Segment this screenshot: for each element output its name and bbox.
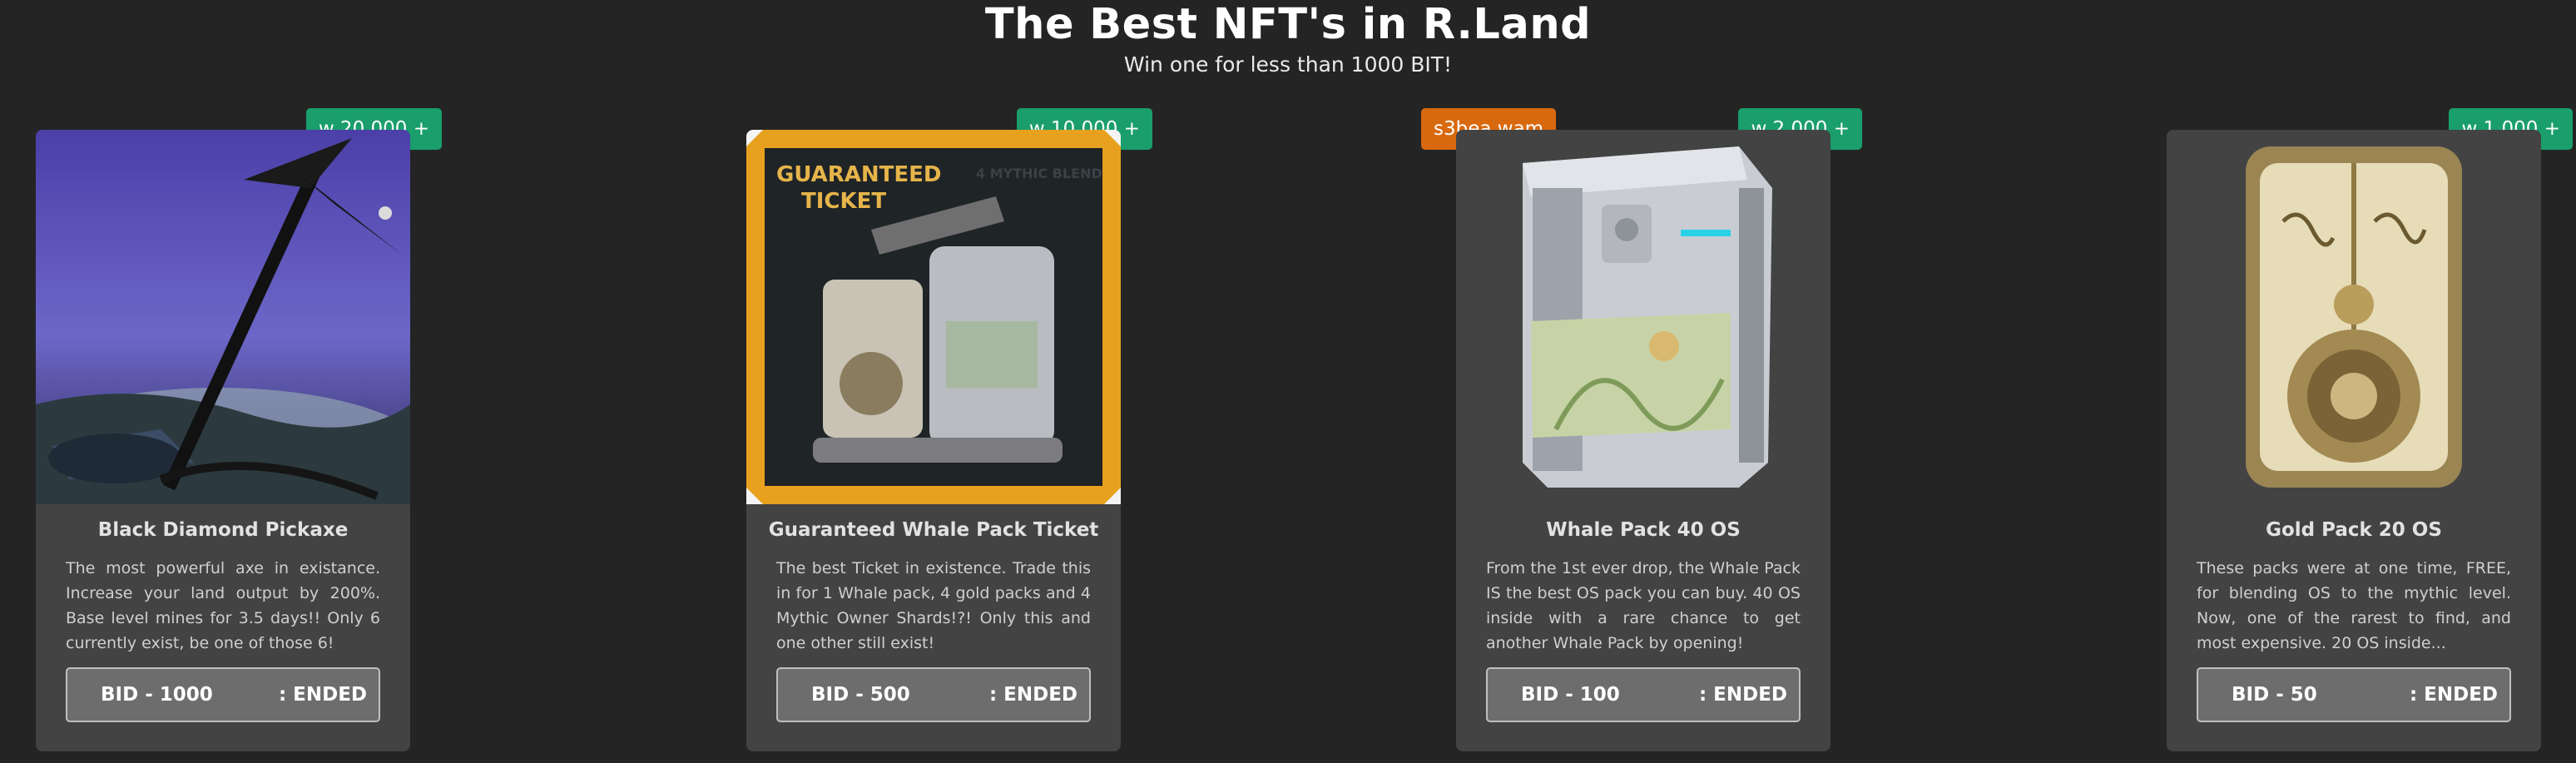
auction-status: : ENDED [278, 684, 367, 706]
nft-image-pickaxe [36, 130, 410, 504]
bid-button[interactable]: BID - 500 : ENDED [776, 667, 1091, 722]
auction-status: : ENDED [988, 684, 1077, 706]
nft-name: Guaranteed Whale Pack Ticket [768, 519, 1099, 541]
ticket-title-line2: TICKET [801, 189, 886, 214]
nft-image-ticket: GUARANTEED TICKET 4 MYTHIC BLEND [746, 130, 1121, 504]
nft-name: Gold Pack 20 OS [2266, 519, 2442, 541]
bid-button[interactable]: BID - 100 : ENDED [1486, 667, 1801, 722]
bid-button[interactable]: BID - 50 : ENDED [2197, 667, 2511, 722]
nft-name: Black Diamond Pickaxe [97, 519, 349, 541]
nft-description: The best Ticket in existence. Trade this… [776, 559, 1091, 652]
page-title: The Best NFT's in R.Land [984, 0, 1592, 49]
bid-amount: BID - 100 [1521, 684, 1620, 706]
nft-card-black-diamond-pickaxe: w 20,000 + Black Diamond Pickaxe The mos… [36, 108, 442, 751]
page-header: The Best NFT's in R.Land Win one for les… [0, 0, 2576, 77]
nft-card-whale-pack-40: s3bea.wam w 2,000 + Whale Pack 40 OS Fro… [1421, 108, 1862, 751]
nft-image-gold-pack [2167, 130, 2541, 504]
nft-card-gold-pack-20: w 1,000 + Gold Pack 20 OS These packs we… [2167, 108, 2573, 751]
nft-description: These packs were at one time, FREE, for … [2197, 559, 2511, 652]
nft-name: Whale Pack 40 OS [1546, 519, 1741, 541]
ticket-corner-text: 4 MYTHIC BLEND [976, 166, 1102, 181]
bid-button[interactable]: BID - 1000 : ENDED [66, 667, 380, 722]
auction-status: : ENDED [1698, 684, 1787, 706]
ticket-title-line1: GUARANTEED [776, 162, 942, 187]
nft-description: The most powerful axe in existance. Incr… [66, 559, 380, 652]
page-subtitle: Win one for less than 1000 BIT! [1123, 52, 1453, 77]
nft-description: From the 1st ever drop, the Whale Pack I… [1486, 559, 1801, 652]
auction-status: : ENDED [2409, 684, 2498, 706]
bid-amount: BID - 50 [2232, 684, 2317, 706]
bid-amount: BID - 500 [811, 684, 910, 706]
bid-amount: BID - 1000 [101, 684, 213, 706]
nft-card-whale-pack-ticket: w 10,000 + GUARANTEED TICKET 4 MYTHIC BL… [746, 108, 1152, 751]
nft-image-whale-pack [1456, 130, 1830, 504]
